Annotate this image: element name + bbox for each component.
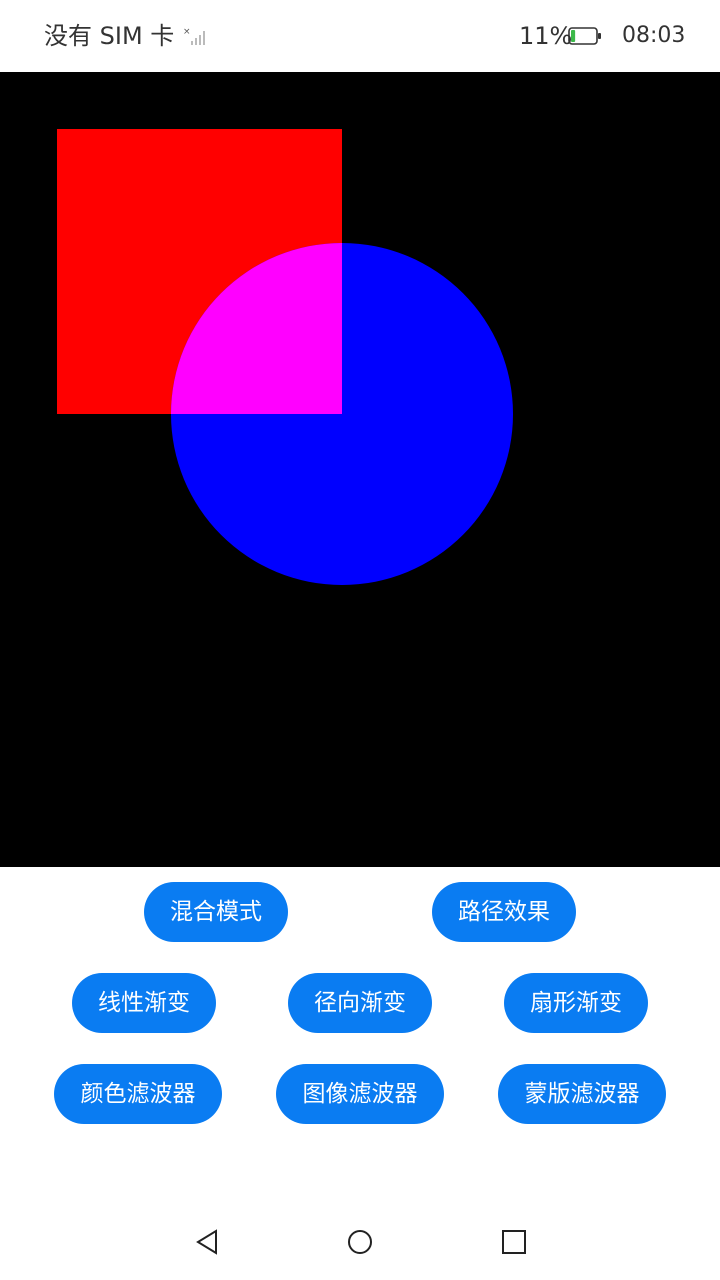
mask-filter-button[interactable]: 蒙版滤波器 [498,1064,666,1124]
linear-gradient-button[interactable]: 线性渐变 [72,973,216,1033]
blend-mode-drawing [57,129,513,585]
drawing-canvas [0,72,720,867]
blend-mode-button[interactable]: 混合模式 [144,882,288,942]
clock: 08:03 [622,23,686,48]
carrier-label: 没有 SIM 卡 [44,22,175,50]
svg-text:×: × [183,27,191,37]
navigation-bar [0,1200,720,1280]
path-effect-button[interactable]: 路径效果 [432,882,576,942]
status-bar: 没有 SIM 卡 × 11% 08:03 [0,0,720,72]
signal-icon: × [183,27,205,45]
sweep-gradient-button[interactable]: 扇形渐变 [504,973,648,1033]
battery-icon [568,27,601,45]
recents-icon[interactable] [500,1228,528,1256]
radial-gradient-button[interactable]: 径向渐变 [288,973,432,1033]
back-icon[interactable] [194,1228,222,1256]
image-filter-button[interactable]: 图像滤波器 [276,1064,444,1124]
color-filter-button[interactable]: 颜色滤波器 [54,1064,222,1124]
battery-percent: 11% [519,22,573,50]
home-icon[interactable] [346,1228,374,1256]
